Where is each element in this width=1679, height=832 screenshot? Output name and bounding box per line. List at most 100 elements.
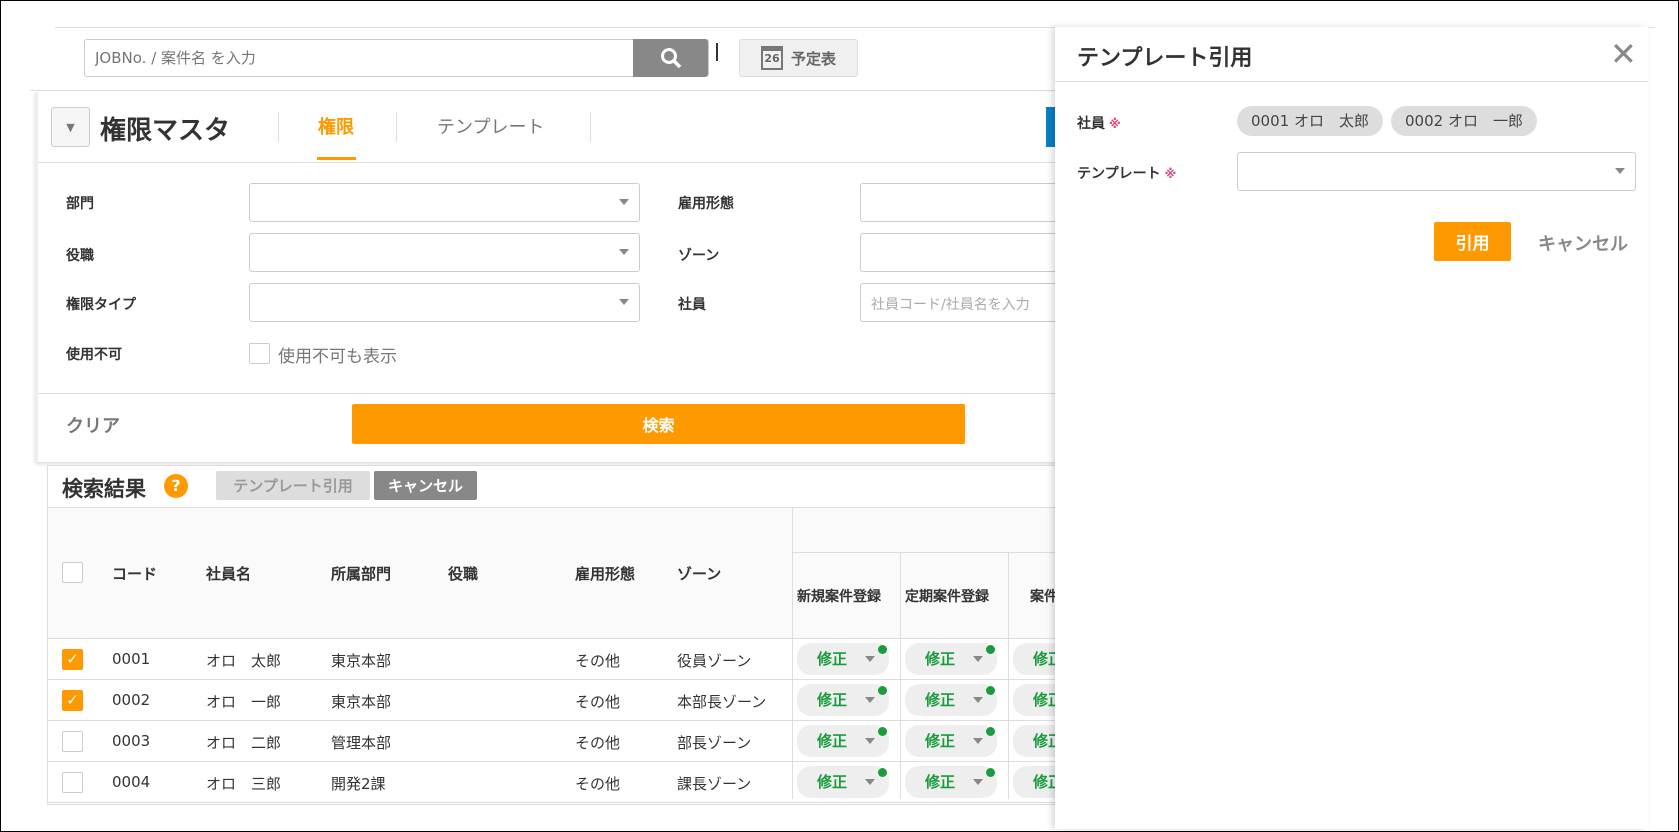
search-button[interactable] xyxy=(633,39,708,77)
department-label: 部門 xyxy=(66,196,94,212)
permission-dropdown[interactable]: 修正 xyxy=(905,684,997,716)
cell-employment: その他 xyxy=(575,652,621,670)
column-header-regular-job: 定期案件登録 xyxy=(905,589,989,605)
cell-employment: その他 xyxy=(575,734,621,752)
permission-dropdown[interactable]: 修正 xyxy=(797,766,889,798)
cell-zone: 部長ゾーン xyxy=(677,734,752,752)
employee-label: 社員 xyxy=(1077,116,1105,132)
position-select[interactable] xyxy=(249,233,640,272)
status-dot-icon xyxy=(878,645,887,654)
caret-down-icon xyxy=(865,779,875,785)
table-header xyxy=(48,507,1058,639)
show-disabled-checkbox[interactable] xyxy=(249,343,270,364)
permission-dropdown[interactable]: 修正 xyxy=(797,643,889,675)
chevron-down-icon xyxy=(619,299,629,305)
table-row: ✓ 0002 オロ 一郎 東京本部 その他 本部長ゾーン 修正 修正 修正 xyxy=(48,680,1105,721)
column-header-zone[interactable]: ゾーン xyxy=(677,563,721,584)
auth-type-label: 権限タイプ xyxy=(66,297,136,313)
column-header-employment[interactable]: 雇用形態 xyxy=(575,563,635,584)
disabled-label: 使用不可 xyxy=(66,347,122,363)
permission-dropdown[interactable]: 修正 xyxy=(797,725,889,757)
row-checkbox[interactable]: ✓ xyxy=(62,690,83,711)
caret-down-icon xyxy=(973,697,983,703)
cell-dept: 東京本部 xyxy=(331,693,392,711)
cell-dept: 管理本部 xyxy=(331,734,392,752)
employment-label: 雇用形態 xyxy=(678,196,734,212)
help-icon[interactable]: ? xyxy=(164,474,188,498)
caret-down-icon xyxy=(865,656,875,662)
caret-down-icon: ▼ xyxy=(66,120,75,134)
cell-zone: 役員ゾーン xyxy=(677,652,752,670)
employee-label: 社員 xyxy=(678,297,706,313)
permission-label: 修正 xyxy=(925,773,956,791)
auth-type-select[interactable] xyxy=(249,283,640,322)
zone-label: ゾーン xyxy=(678,248,720,264)
schedule-label: 予定表 xyxy=(790,49,836,68)
permission-label: 修正 xyxy=(817,650,848,668)
permission-label: 修正 xyxy=(925,732,956,750)
required-mark: ※ xyxy=(1109,117,1121,131)
caret-down-icon xyxy=(973,656,983,662)
cell-dept: 東京本部 xyxy=(331,652,392,670)
select-all-checkbox[interactable] xyxy=(62,562,83,583)
status-dot-icon xyxy=(878,727,887,736)
clear-button[interactable]: クリア xyxy=(66,412,120,438)
dialog-cancel-button[interactable]: キャンセル xyxy=(1538,230,1628,256)
row-checkbox[interactable] xyxy=(62,731,83,752)
template-select[interactable] xyxy=(1237,152,1636,191)
calendar-icon: 26 xyxy=(760,46,783,70)
column-header-dept[interactable]: 所属部門 xyxy=(331,563,391,584)
page-title: 権限マスタ xyxy=(100,116,231,146)
employee-chip[interactable]: 0001 オロ 太郎 xyxy=(1237,106,1383,136)
cell-dept: 開発2課 xyxy=(331,775,386,793)
caret-down-icon xyxy=(973,779,983,785)
status-dot-icon xyxy=(986,686,995,695)
template-apply-button[interactable]: テンプレート引用 xyxy=(216,471,370,500)
permission-dropdown[interactable]: 修正 xyxy=(797,684,889,716)
cell-name: オロ 一郎 xyxy=(206,693,282,711)
cell-zone: 課長ゾーン xyxy=(677,775,752,793)
permission-dropdown[interactable]: 修正 xyxy=(905,725,997,757)
status-dot-icon xyxy=(986,727,995,736)
row-checkbox[interactable] xyxy=(62,772,83,793)
department-select[interactable] xyxy=(249,183,640,222)
template-apply-dialog: テンプレート引用 ✕ 社員 ※ 0001 オロ 太郎 0002 オロ 一郎 テンプ… xyxy=(1055,27,1648,829)
column-header-code[interactable]: コード xyxy=(112,563,157,584)
permission-dropdown[interactable]: 修正 xyxy=(905,766,997,798)
dialog-title: テンプレート引用 xyxy=(1077,46,1253,71)
schedule-button[interactable]: 26 予定表 xyxy=(739,39,858,77)
results-cancel-button[interactable]: キャンセル xyxy=(374,471,477,500)
permission-label: 修正 xyxy=(817,691,848,709)
template-label: テンプレート xyxy=(1077,166,1161,182)
close-icon[interactable]: ✕ xyxy=(1610,35,1637,73)
menu-toggle-button[interactable]: ▼ xyxy=(51,107,90,147)
table-row: 0004 オロ 三郎 開発2課 その他 課長ゾーン 修正 修正 修正 xyxy=(48,762,1105,803)
tab-permission[interactable]: 権限 xyxy=(318,113,354,139)
job-search-field[interactable] xyxy=(84,39,709,77)
chevron-down-icon xyxy=(619,249,629,255)
tab-template[interactable]: テンプレート xyxy=(437,113,544,139)
permission-label: 修正 xyxy=(925,650,956,668)
column-header-new-job: 新規案件登録 xyxy=(797,589,881,605)
position-label: 役職 xyxy=(66,248,94,264)
row-checkbox[interactable]: ✓ xyxy=(62,649,83,670)
results-title: 検索結果 xyxy=(62,477,146,501)
cell-name: オロ 二郎 xyxy=(206,734,282,752)
status-dot-icon xyxy=(878,686,887,695)
apply-button[interactable]: 引用 xyxy=(1434,222,1511,261)
search-submit-button[interactable]: 検索 xyxy=(352,404,965,444)
cell-code: 0003 xyxy=(112,732,151,750)
cell-code: 0002 xyxy=(112,691,151,709)
permission-label: 修正 xyxy=(817,773,848,791)
permission-dropdown[interactable]: 修正 xyxy=(905,643,997,675)
column-header-position[interactable]: 役職 xyxy=(448,563,478,584)
cell-code: 0004 xyxy=(112,773,151,791)
caret-down-icon xyxy=(973,738,983,744)
permission-label: 修正 xyxy=(817,732,848,750)
table-row: 0003 オロ 二郎 管理本部 その他 部長ゾーン 修正 修正 修正 xyxy=(48,721,1105,762)
column-header-name[interactable]: 社員名 xyxy=(206,563,251,584)
permission-label: 修正 xyxy=(925,691,956,709)
job-search-input[interactable] xyxy=(85,40,625,76)
employee-chip[interactable]: 0002 オロ 一郎 xyxy=(1391,106,1537,136)
cell-employment: その他 xyxy=(575,693,621,711)
